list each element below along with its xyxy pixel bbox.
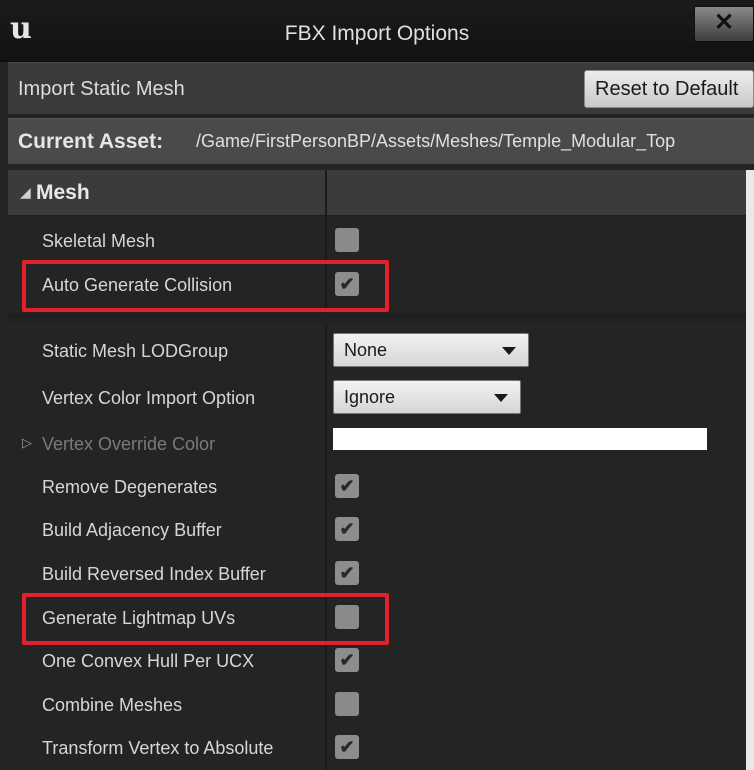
import-toolbar: Import Static Mesh Reset to Default <box>8 62 754 114</box>
expand-arrow-icon[interactable]: ▷ <box>22 435 32 451</box>
mesh-section-header[interactable]: ◢ Mesh <box>8 170 748 216</box>
checkmark-icon: ✔ <box>339 563 355 583</box>
option-label: Vertex Color Import Option <box>42 388 256 408</box>
dropdown-value: None <box>344 340 388 360</box>
vertex-color-import-dropdown[interactable]: Ignore <box>333 380 521 414</box>
section-separator <box>8 313 746 325</box>
checkmark-icon: ✔ <box>339 650 355 670</box>
option-row-skeletal-mesh: Skeletal Mesh <box>8 219 746 261</box>
option-row-vertex-override-color: ▷ Vertex Override Color <box>8 422 746 464</box>
option-row-transform-vertex-absolute: Transform Vertex to Absolute ✔ <box>8 726 746 768</box>
one-convex-hull-checkbox[interactable]: ✔ <box>335 648 359 672</box>
close-icon: ✕ <box>713 9 735 36</box>
skeletal-mesh-checkbox[interactable] <box>335 228 359 252</box>
highlight-box-lightmap <box>22 593 389 645</box>
chevron-down-icon <box>494 394 508 402</box>
current-asset-row: Current Asset: /Game/FirstPersonBP/Asset… <box>8 118 754 164</box>
option-label: Transform Vertex to Absolute <box>42 738 274 758</box>
highlight-box-collision <box>22 260 389 312</box>
option-label: Combine Meshes <box>42 695 183 715</box>
option-row-one-convex-hull: One Convex Hull Per UCX ✔ <box>8 639 746 681</box>
option-label: One Convex Hull Per UCX <box>42 651 255 671</box>
build-adjacency-buffer-checkbox[interactable]: ✔ <box>335 517 359 541</box>
option-label: Vertex Override Color <box>42 434 216 454</box>
combine-meshes-checkbox[interactable] <box>335 692 359 716</box>
option-label: Build Reversed Index Buffer <box>42 564 266 584</box>
chevron-down-icon <box>502 347 516 355</box>
dropdown-value: Ignore <box>344 387 396 407</box>
current-asset-path: /Game/FirstPersonBP/Assets/Meshes/Temple… <box>196 131 676 151</box>
mesh-section-title: Mesh <box>36 181 90 204</box>
scrollbar[interactable] <box>746 170 754 770</box>
option-row-build-adjacency-buffer: Build Adjacency Buffer ✔ <box>8 508 746 550</box>
option-label: Static Mesh LODGroup <box>42 341 229 361</box>
lod-group-dropdown[interactable]: None <box>333 333 529 367</box>
option-label: Build Adjacency Buffer <box>42 520 222 540</box>
option-row-combine-meshes: Combine Meshes <box>8 683 746 725</box>
checkmark-icon: ✔ <box>339 519 355 539</box>
remove-degenerates-checkbox[interactable]: ✔ <box>335 474 359 498</box>
option-row-remove-degenerates: Remove Degenerates ✔ <box>8 465 746 507</box>
option-row-build-reversed-index-buffer: Build Reversed Index Buffer ✔ <box>8 552 746 594</box>
close-button[interactable]: ✕ <box>694 6 754 42</box>
checkmark-icon: ✔ <box>339 476 355 496</box>
option-label: Remove Degenerates <box>42 477 218 497</box>
reset-to-default-button[interactable]: Reset to Default <box>584 70 754 108</box>
collapse-arrow-icon: ◢ <box>20 184 31 200</box>
option-row-vertex-color-import: Vertex Color Import Option Ignore <box>8 376 746 418</box>
current-asset-label: Current Asset: <box>18 130 164 153</box>
window-title: FBX Import Options <box>284 22 470 45</box>
transform-vertex-absolute-checkbox[interactable]: ✔ <box>335 735 359 759</box>
import-type-label: Import Static Mesh <box>18 78 185 100</box>
build-reversed-index-buffer-checkbox[interactable]: ✔ <box>335 561 359 585</box>
option-label: Skeletal Mesh <box>42 231 156 251</box>
option-row-lod-group: Static Mesh LODGroup None <box>8 329 746 371</box>
checkmark-icon: ✔ <box>339 737 355 757</box>
vertex-override-color-swatch[interactable] <box>333 428 707 450</box>
title-bar[interactable]: u FBX Import Options ✕ <box>0 0 754 62</box>
